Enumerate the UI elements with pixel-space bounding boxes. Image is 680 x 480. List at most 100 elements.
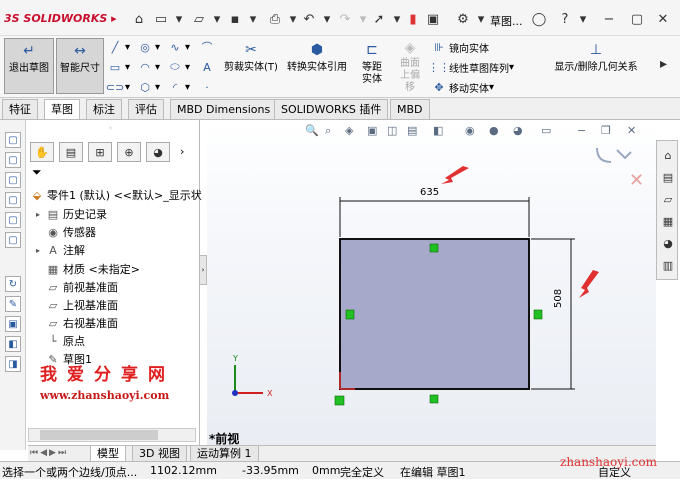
convert-entities-button[interactable]: ⬢ 转换实体引用 [282,38,352,94]
tree-item-sensors[interactable]: ◉ 传感器 [36,224,96,240]
sketch-tool-icon[interactable]: ▣ [5,316,21,332]
origin-relation-icon[interactable] [334,395,345,406]
dropdown-icon[interactable]: ▾ [574,10,592,28]
view-settings-icon[interactable]: ▭ [541,124,551,137]
design-library-icon[interactable]: ▤ [660,169,676,185]
linear-pattern-button[interactable]: ⋮⋮ 线性草图阵列 ▾ [428,60,514,75]
mirror-entities-button[interactable]: ⊪ 镜向实体 [432,40,489,55]
horizontal-relation-icon[interactable] [429,243,439,253]
spline-tool[interactable]: ∿ ▾ [168,40,190,54]
scene-icon[interactable]: ◕ [513,124,523,137]
tab-mbd[interactable]: MBD [390,99,430,119]
dropdown-icon[interactable]: ▾ [170,10,188,28]
tab-evaluate[interactable]: 评估 [128,99,164,119]
section-view-icon[interactable]: ▣ [367,124,377,137]
window-minimize-icon[interactable]: − [577,124,586,137]
home-icon[interactable]: ⌂ [660,147,676,163]
vertical-relation-icon[interactable] [533,309,543,320]
more-tabs-icon[interactable]: › [180,145,184,158]
tab-sketch[interactable]: 草图 [44,99,80,119]
sketch-entity-icon[interactable]: ▢ [5,192,21,208]
collapse-panel-handle[interactable]: › [199,255,207,285]
tree-item-right-plane[interactable]: ▱ 右视基准面 [36,315,118,331]
save-icon[interactable]: ▪ [226,10,244,28]
tab-features[interactable]: 特征 [2,99,38,119]
sketch-tool-icon[interactable]: ✎ [5,296,21,312]
window-close-icon[interactable]: ✕ [627,124,636,137]
custom-properties-icon[interactable]: ▥ [660,257,676,273]
tree-item-top-plane[interactable]: ▱ 上视基准面 [36,297,118,313]
close-icon[interactable]: ✕ [654,10,672,28]
traffic-light-icon[interactable]: ▮ [404,10,422,28]
edit-appearance-icon[interactable]: ● [489,124,499,137]
sketch-tool-icon[interactable]: ◨ [5,356,21,372]
dropdown-icon[interactable]: ▾ [208,10,226,28]
gear-icon[interactable]: ⚙ [454,10,472,28]
move-entities-button[interactable]: ✥ 移动实体 ▾ [432,80,494,95]
zoom-to-fit-icon[interactable]: 🔍 [305,123,319,137]
previous-view-icon[interactable]: ◈ [345,124,354,137]
sketch-entity-icon[interactable]: ▢ [5,232,21,248]
redo-icon[interactable]: ↷ [336,10,354,28]
sketch-tool-icon[interactable]: ◧ [5,336,21,352]
user-icon[interactable]: ◯ [530,10,548,28]
undo-icon[interactable]: ↶ [300,10,318,28]
tab-annotation[interactable]: 标注 [86,99,122,119]
smart-dimension-button[interactable]: ↔ 智能尺寸 [56,38,104,94]
minimize-icon[interactable]: − [600,10,618,28]
width-dimension-label[interactable]: 635 [420,187,439,198]
sketch-rectangle[interactable] [339,238,530,390]
window-restore-icon[interactable]: ❐ [601,124,611,137]
tab-motion-study[interactable]: 运动算例 1 [190,446,259,462]
arc-tool[interactable]: ◠ ▾ [138,60,160,74]
solidworks-logo[interactable]: 3S SOLIDWORKS ▸ [4,12,117,25]
dropdown-icon[interactable]: ▾ [244,10,262,28]
view-palette-icon[interactable]: ▦ [660,213,676,229]
dropdown-icon[interactable]: ▾ [472,10,490,28]
sketch-entity-icon[interactable]: ▢ [5,172,21,188]
sketch-fillet-button[interactable]: ⌒ [200,40,217,54]
property-manager-tab-icon[interactable]: ▤ [59,142,83,162]
home-icon[interactable]: ⌂ [130,10,148,28]
hide-show-icon[interactable]: ◉ [465,124,475,137]
fillet-tool[interactable]: ◜ ▾ [168,80,190,94]
quick-snaps-icon[interactable]: ▸ [660,56,667,72]
dropdown-icon[interactable]: ▾ [318,10,336,28]
tab-addins[interactable]: SOLIDWORKS 插件 [274,99,389,119]
tab-scroll-icon[interactable]: ⏮◀▶⏭ [30,448,68,458]
expand-icon[interactable]: ▸ [36,246,46,255]
exit-sketch-button[interactable]: ↵ 退出草图 [4,38,54,94]
tree-item-material[interactable]: ▦ 材质 <未指定> [36,261,140,277]
sketch-entity-icon[interactable]: ▢ [5,132,21,148]
rectangle-tool[interactable]: ▭ ▾ [108,60,130,74]
tree-root-part[interactable]: ⬙ 零件1 (默认) <<默认>_显示状 [30,187,202,203]
polygon-tool[interactable]: ⬡ ▾ [138,80,160,94]
tree-item-origin[interactable]: └ 原点 [36,333,85,349]
new-file-icon[interactable]: ▭ [152,10,170,28]
height-dimension-label[interactable]: 508 [553,289,564,308]
confirmation-corner[interactable]: ✕ [596,147,644,191]
zoom-area-icon[interactable]: ⌕ [325,124,331,137]
open-file-icon[interactable]: ▱ [190,10,208,28]
line-tool[interactable]: ╱ ▾ [108,40,130,54]
offset-entities-button[interactable]: ⊏ 等距实体 [354,38,390,94]
offset-on-surface-button[interactable]: ◈ 曲面上偏移 [392,38,428,94]
select-arrow-icon[interactable]: ➚ [370,10,388,28]
display-manager-tab-icon[interactable]: ◕ [146,142,170,162]
tab-3d-views[interactable]: 3D 视图 [132,446,187,462]
view-orientation-icon[interactable]: ▤ [407,124,417,137]
scrollbar-thumb[interactable] [40,430,158,440]
tab-model[interactable]: 模型 [90,446,126,462]
point-tool-button[interactable]: · [200,80,217,94]
tree-item-annotations[interactable]: ▸ A 注解 [36,242,85,258]
slot-tool[interactable]: ⊂⊃ ▾ [106,80,130,94]
screen-icon[interactable]: ▣ [424,10,442,28]
dimxpert-tab-icon[interactable]: ⊕ [117,142,141,162]
appearances-icon[interactable]: ◕ [660,235,676,251]
restore-icon[interactable]: ▢ [628,10,646,28]
vertical-relation-icon[interactable] [345,309,355,320]
sketch-entity-icon[interactable]: ▢ [5,152,21,168]
circle-tool[interactable]: ◎ ▾ [138,40,160,54]
text-tool-button[interactable]: A [200,60,217,74]
tree-item-front-plane[interactable]: ▱ 前视基准面 [36,279,118,295]
